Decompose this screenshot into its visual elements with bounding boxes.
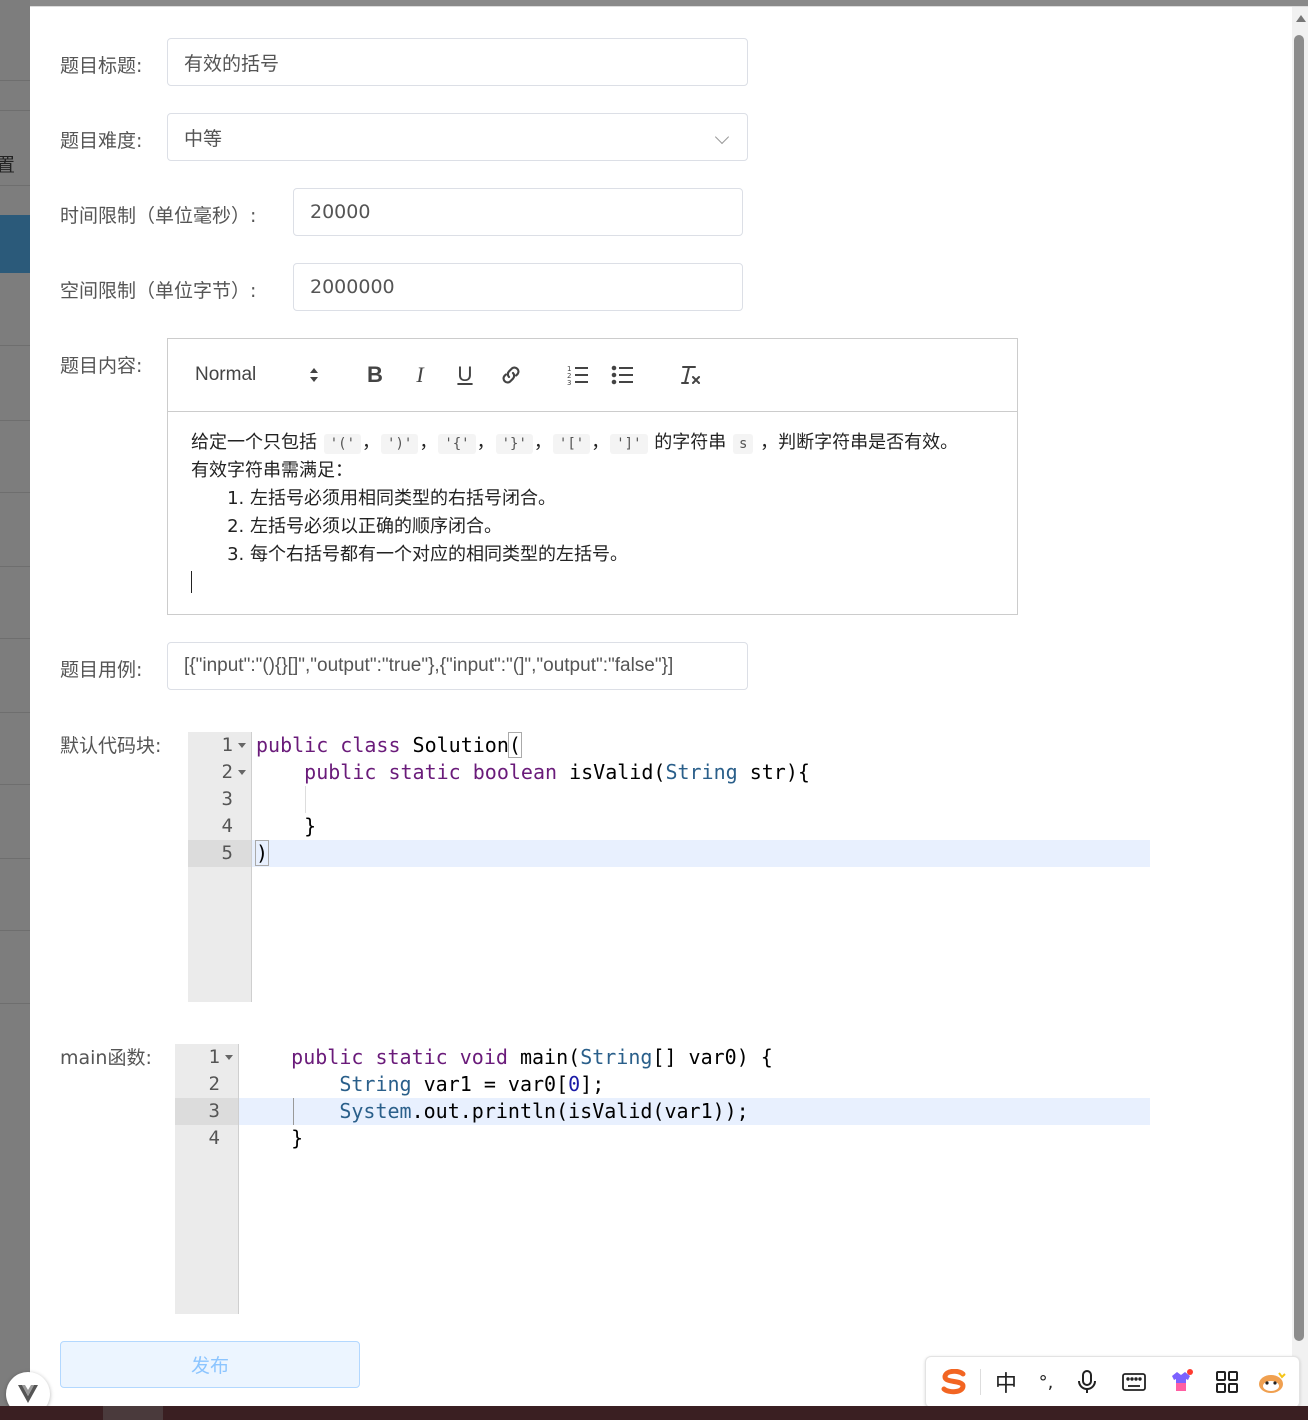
main-function-label: main函数: bbox=[60, 1047, 152, 1069]
list-item: 每个右括号都有一个对应的相同类型的左括号。 bbox=[250, 541, 1001, 569]
scroll-up-icon[interactable] bbox=[1296, 15, 1306, 22]
difficulty-select[interactable]: 中等 bbox=[167, 113, 748, 161]
fold-arrow-icon[interactable] bbox=[238, 770, 246, 775]
space-limit-value: 2000000 bbox=[310, 276, 395, 298]
publish-button-label: 发布 bbox=[190, 1355, 229, 1377]
code-line: ) bbox=[254, 840, 270, 866]
code-line: String var1 = var0[0]; bbox=[339, 1072, 605, 1096]
fold-arrow-icon[interactable] bbox=[225, 1055, 233, 1060]
title-input-value: 有效的括号 bbox=[184, 52, 280, 75]
default-code-editor[interactable]: 1 2 3 4 5 public class Solution( public … bbox=[188, 732, 1150, 1002]
line-number: 3 bbox=[208, 1100, 220, 1122]
editor-content[interactable]: 给定一个只包括 '('， ')'， '{'， '}'， '['， ']' 的字符串 s ，… bbox=[191, 429, 1001, 569]
time-limit-input[interactable]: 20000 bbox=[293, 188, 743, 236]
rich-text-editor: Normal B I U 1 2 3 给定一个只包括 '(' ， ')' ， '… bbox=[167, 338, 1018, 615]
cases-input[interactable]: [{"input":"(){}[]","output":"true"},{"in… bbox=[167, 642, 748, 690]
text-caret bbox=[191, 571, 192, 593]
problem-edit-dialog: 题目标题: 有效的括号 题目难度: 中等 时间限制（单位毫秒）: 20000 空… bbox=[30, 7, 1292, 1406]
time-limit-value: 20000 bbox=[310, 201, 371, 223]
line-number: 5 bbox=[221, 842, 233, 864]
underline-button[interactable]: U bbox=[454, 361, 476, 389]
fold-arrow-icon[interactable] bbox=[238, 743, 246, 748]
code-line: public static boolean isValid(String str… bbox=[304, 760, 810, 784]
code-chip: '{' bbox=[438, 434, 476, 454]
line-number: 1 bbox=[221, 734, 233, 756]
content-paragraph-2: 有效字符串需满足： bbox=[191, 460, 353, 481]
clear-format-icon[interactable] bbox=[678, 361, 702, 389]
taskbar-strip bbox=[0, 1406, 1308, 1420]
mascot-icon[interactable] bbox=[1256, 1367, 1288, 1397]
code-chip: s bbox=[732, 434, 754, 454]
scrollbar[interactable] bbox=[1292, 7, 1308, 1406]
italic-button[interactable]: I bbox=[409, 361, 431, 389]
line-number: 4 bbox=[221, 815, 233, 837]
space-limit-label: 空间限制（单位字节）: bbox=[60, 280, 257, 302]
main-code-editor[interactable]: 1 2 3 4 public static void main(String[]… bbox=[175, 1044, 1150, 1314]
svg-text:3: 3 bbox=[567, 379, 571, 387]
title-label: 题目标题: bbox=[60, 55, 143, 77]
space-limit-input[interactable]: 2000000 bbox=[293, 263, 743, 311]
scrollbar-thumb[interactable] bbox=[1294, 35, 1304, 1341]
code-line: public class Solution( bbox=[256, 732, 522, 758]
line-number: 4 bbox=[208, 1127, 220, 1149]
background-text: 置 bbox=[0, 154, 16, 176]
content-paragraph-1: 给定一个只包括 '('， ')'， '{'， '}'， '['， ']' 的字符串 s ，… bbox=[191, 432, 959, 454]
select-updown-icon bbox=[308, 361, 320, 389]
title-input[interactable]: 有效的括号 bbox=[167, 38, 748, 86]
chevron-down-icon bbox=[714, 129, 730, 145]
time-limit-label: 时间限制（单位毫秒）: bbox=[60, 205, 257, 227]
skin-shirt-icon[interactable] bbox=[1166, 1367, 1196, 1397]
link-icon[interactable] bbox=[499, 361, 523, 389]
rules-list: 左括号必须用相同类型的右括号闭合。 左括号必须以正确的顺序闭合。 每个右括号都有… bbox=[191, 485, 1001, 569]
code-chip: ')' bbox=[381, 434, 419, 454]
list-item: 左括号必须用相同类型的右括号闭合。 bbox=[250, 485, 1001, 513]
code-line: } bbox=[256, 814, 317, 838]
bullet-list-icon[interactable] bbox=[611, 361, 635, 389]
code-chip: '[' bbox=[552, 434, 591, 454]
cases-label: 题目用例: bbox=[60, 659, 143, 681]
code-chip: '}' bbox=[495, 434, 533, 454]
header-format-value: Normal bbox=[195, 364, 257, 385]
difficulty-selected-value: 中等 bbox=[184, 127, 223, 150]
difficulty-label: 题目难度: bbox=[60, 130, 143, 152]
line-number: 2 bbox=[208, 1073, 220, 1095]
code-line: } bbox=[243, 1126, 304, 1150]
code-line: public static void main(String[] var0) { bbox=[291, 1045, 773, 1069]
list-item: 左括号必须以正确的顺序闭合。 bbox=[250, 513, 1001, 541]
line-gutter: 1 2 3 4 5 bbox=[188, 732, 252, 1002]
bold-button[interactable]: B bbox=[364, 361, 386, 389]
default-code-label: 默认代码块: bbox=[60, 735, 162, 757]
sogou-logo-icon[interactable] bbox=[938, 1367, 970, 1397]
code-chip: '(' bbox=[323, 434, 362, 454]
cases-value: [{"input":"(){}[]","output":"true"},{"in… bbox=[184, 655, 674, 676]
line-number: 3 bbox=[221, 788, 233, 810]
editor-toolbar: Normal B I U 1 2 3 bbox=[168, 339, 1017, 412]
line-gutter: 1 2 3 4 bbox=[175, 1044, 239, 1314]
ime-toolbar: 中 °, bbox=[925, 1356, 1300, 1408]
ime-punct-toggle[interactable]: °, bbox=[1032, 1367, 1060, 1397]
line-number: 2 bbox=[221, 761, 233, 783]
line-number: 1 bbox=[208, 1046, 220, 1068]
apps-grid-icon[interactable] bbox=[1212, 1367, 1242, 1397]
header-format-select[interactable]: Normal bbox=[195, 361, 256, 389]
ordered-list-icon[interactable]: 1 2 3 bbox=[566, 361, 590, 389]
publish-button[interactable]: 发布 bbox=[60, 1341, 360, 1388]
ime-mode-toggle[interactable]: 中 bbox=[990, 1367, 1022, 1397]
code-line: System.out.println(isValid(var1)); bbox=[339, 1099, 749, 1123]
background-sidebar: 置 bbox=[0, 0, 30, 1420]
code-chip: ']' bbox=[610, 434, 648, 454]
microphone-icon[interactable] bbox=[1072, 1367, 1102, 1397]
content-label: 题目内容: bbox=[60, 355, 143, 377]
keyboard-icon[interactable] bbox=[1119, 1367, 1149, 1397]
